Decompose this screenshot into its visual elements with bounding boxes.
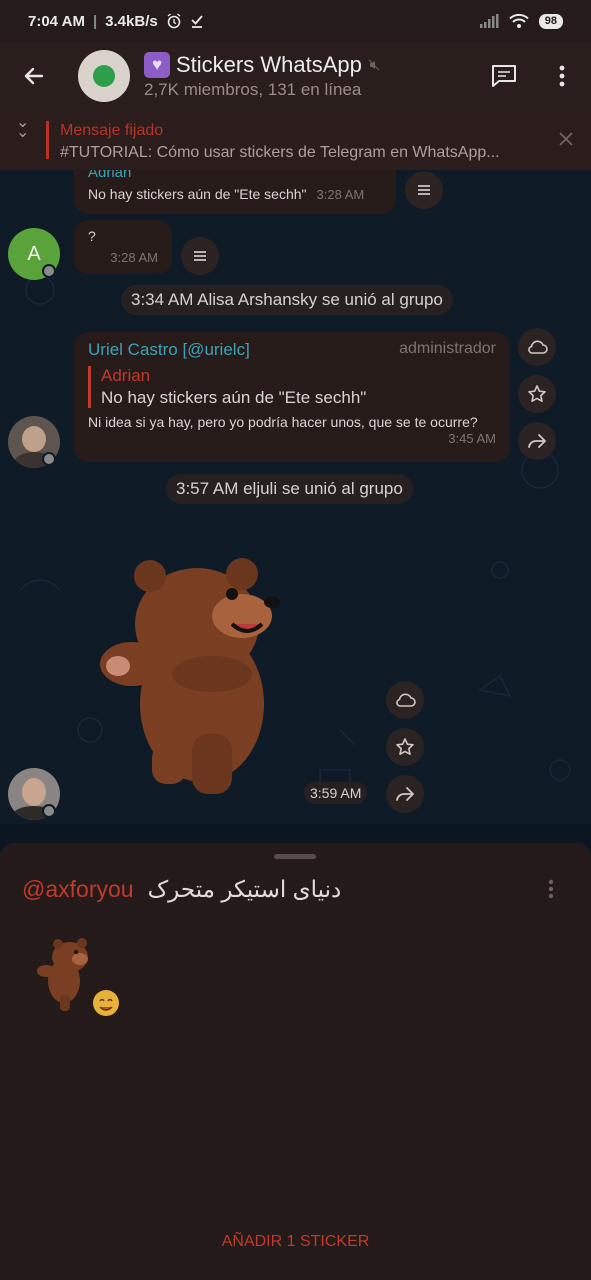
chat-title: Stickers WhatsApp (176, 52, 362, 77)
status-dot (42, 264, 56, 278)
chat-messages-area[interactable]: Adrian No hay stickers aún de "Ete sechh… (0, 170, 591, 824)
bear-sticker[interactable] (92, 544, 312, 804)
battery-indicator: 98 (538, 13, 563, 29)
pack-name: دنیای استیکر متحرک (147, 876, 342, 902)
sticker-thumbnail[interactable] (30, 935, 126, 1021)
download-done-icon (191, 15, 203, 28)
pinned-message-bar[interactable]: ⌄ ⌄ Mensaje fijado #TUTORIAL: Cómo usar s… (0, 110, 591, 170)
message-bubble[interactable]: Adrian No hay stickers aún de "Ete sechh… (74, 170, 396, 214)
sticker-pack-sheet: @axforyou دنیای استیکر متحرک AÑADIR 1 ST… (0, 843, 591, 1280)
whatsapp-logo-icon (93, 65, 115, 87)
status-bar: 7:04 AM | 3.4kB/s 98 (0, 0, 591, 42)
save-cloud-button[interactable] (518, 328, 556, 366)
message-bubble[interactable]: Uriel Castro [@urielc] administrador Adr… (74, 332, 510, 462)
menu-icon (418, 185, 430, 195)
add-sticker-button[interactable]: AÑADIR 1 STICKER (0, 1233, 591, 1251)
pinned-label: Mensaje fijado (60, 122, 164, 139)
purple-heart-icon: ♥ (144, 52, 170, 78)
chat-subtitle: 2,7K miembros, 131 en línea (144, 80, 362, 99)
message-sender[interactable]: Uriel Castro [@urielc] (88, 340, 250, 360)
more-options-button[interactable] (533, 42, 591, 110)
admin-badge: administrador (399, 340, 496, 357)
save-cloud-button[interactable] (386, 681, 424, 719)
forward-icon (528, 434, 546, 448)
menu-icon (194, 251, 206, 261)
dots-vertical-icon (548, 879, 554, 899)
message-time: 3:28 AM (110, 250, 158, 265)
group-avatar[interactable] (78, 50, 130, 102)
star-icon (528, 385, 546, 402)
status-dot (42, 452, 56, 466)
pack-title: @axforyou دنیای استیکر متحرک (22, 876, 341, 903)
service-message: 3:34 AM Alisa Arshansky se unió al grupo (121, 285, 453, 315)
message-time: 3:28 AM (316, 187, 365, 202)
status-dot (42, 804, 56, 818)
message-text: No hay stickers aún de "Ete sechh" (88, 186, 307, 202)
avatar-letter: A (27, 242, 41, 265)
message-text: ? (88, 228, 96, 244)
pinned-list-icon[interactable]: ⌄ ⌄ (16, 115, 29, 141)
pinned-text: #TUTORIAL: Cómo usar stickers de Telegra… (60, 144, 500, 161)
message-time: 3:45 AM (448, 431, 496, 446)
message-bubble[interactable]: ? 3:28 AM (74, 220, 172, 274)
network-speed: 3.4kB/s (105, 12, 158, 30)
favorite-button[interactable] (386, 728, 424, 766)
wifi-icon (509, 13, 529, 28)
chat-title-block[interactable]: ♥ Stickers WhatsApp 2,7K miembros, 131 e… (144, 52, 380, 100)
message-text: Ni idea si ya hay, pero yo podría hacer … (88, 414, 478, 430)
status-time: 7:04 AM (28, 12, 85, 30)
forward-button[interactable] (518, 422, 556, 460)
cloud-icon (396, 693, 416, 707)
dots-vertical-icon (559, 65, 565, 87)
signal-icon (479, 14, 499, 28)
reply-quote[interactable]: Adrian No hay stickers aún de "Ete sechh… (88, 366, 496, 408)
message-menu-button[interactable] (181, 237, 219, 275)
pinned-accent-bar (46, 121, 49, 159)
cloud-icon (528, 340, 548, 354)
drag-handle[interactable] (274, 854, 316, 859)
forward-button[interactable] (386, 775, 424, 813)
forward-icon (396, 787, 414, 801)
close-icon (559, 132, 573, 146)
reply-text: No hay stickers aún de "Ete sechh" (101, 388, 367, 407)
reply-sender: Adrian (101, 366, 151, 385)
message-menu-button[interactable] (405, 171, 443, 209)
service-message: 3:57 AM eljuli se unió al grupo (166, 474, 413, 504)
pinned-close-button[interactable] (558, 131, 574, 152)
favorite-button[interactable] (518, 375, 556, 413)
alarm-icon (167, 13, 181, 29)
pack-menu-button[interactable] (548, 879, 568, 903)
back-button[interactable] (0, 42, 68, 110)
chat-bubble-icon (492, 65, 516, 87)
pack-author-link[interactable]: @axforyou (22, 876, 134, 903)
chat-header: ♥ Stickers WhatsApp 2,7K miembros, 131 e… (0, 42, 591, 110)
discussion-button[interactable] (475, 42, 533, 110)
arrow-left-icon (24, 67, 44, 85)
sticker-time: 3:59 AM (304, 782, 368, 804)
star-icon (396, 738, 414, 755)
muted-icon (368, 59, 380, 71)
message-sender: Adrian (88, 170, 132, 180)
